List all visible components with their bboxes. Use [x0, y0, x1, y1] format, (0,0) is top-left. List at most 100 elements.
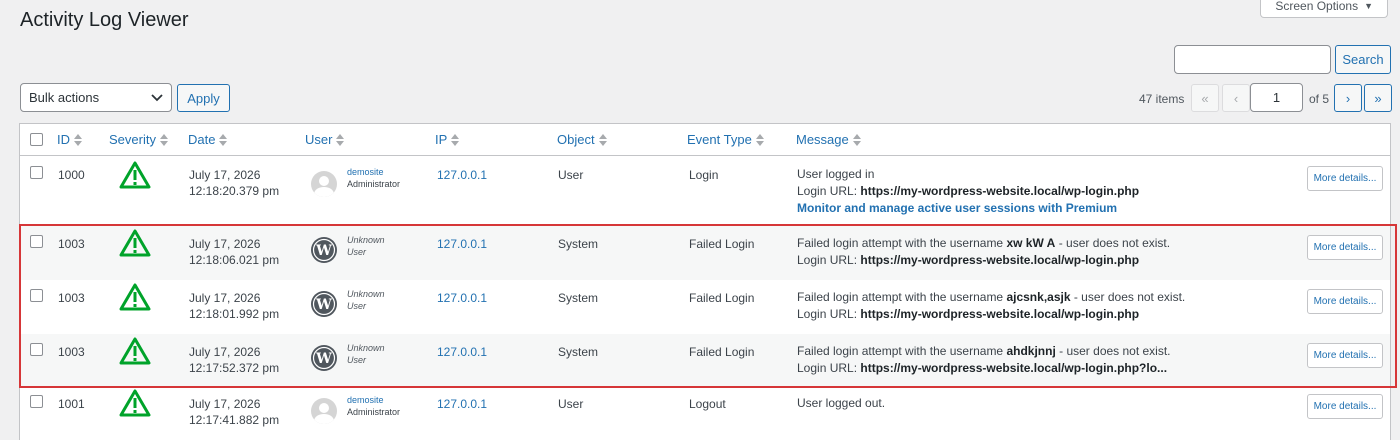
unknown-user-label: Unknown	[347, 235, 385, 245]
user-name-link[interactable]: demosite	[347, 395, 384, 405]
row-object: System	[558, 345, 599, 359]
warning-triangle-icon	[119, 283, 151, 311]
message-text: User logged in	[797, 167, 875, 181]
row-message: Failed login attempt with the username x…	[797, 235, 1297, 269]
row-event-type: Failed Login	[689, 345, 755, 359]
screen-options-button[interactable]: Screen Options ▼	[1260, 0, 1388, 18]
sort-icon	[159, 133, 168, 146]
more-details-button[interactable]: More details...	[1307, 394, 1383, 419]
row-event-type: Failed Login	[689, 237, 755, 251]
row-time: 12:18:01.992 pm	[189, 307, 280, 321]
row-checkbox[interactable]	[30, 235, 43, 248]
column-message[interactable]: Message	[796, 132, 861, 147]
next-page-button[interactable]: ›	[1334, 84, 1362, 112]
unknown-user-role: User	[347, 247, 367, 257]
wordpress-logo-icon: W	[311, 237, 337, 263]
row-date: July 17, 2026	[189, 397, 261, 411]
column-user-label: User	[305, 132, 333, 147]
table-row[interactable]: 1003 July 17, 2026 12:18:01.992 pm W Unk…	[20, 280, 1390, 334]
svg-text:W: W	[315, 297, 332, 313]
column-date-label: Date	[188, 132, 216, 147]
wordpress-logo-icon: W	[311, 291, 337, 317]
column-date[interactable]: Date	[188, 132, 228, 147]
search-input[interactable]	[1174, 45, 1331, 74]
table-row[interactable]: 1003 July 17, 2026 12:18:06.021 pm W Unk…	[20, 226, 1390, 280]
column-severity-label: Severity	[109, 132, 156, 147]
column-object[interactable]: Object	[557, 132, 607, 147]
message-username: ahdkjnnj	[1006, 344, 1056, 358]
premium-link[interactable]: Monitor and manage active user sessions …	[797, 201, 1117, 215]
unknown-user-role: User	[347, 301, 367, 311]
column-id[interactable]: ID	[57, 132, 82, 147]
column-ip[interactable]: IP	[435, 132, 460, 147]
chevron-down-icon	[151, 93, 163, 101]
more-details-button[interactable]: More details...	[1307, 166, 1383, 191]
table-row[interactable]: 1003 July 17, 2026 12:17:52.372 pm W Unk…	[20, 334, 1390, 388]
warning-triangle-icon	[119, 229, 151, 257]
sort-icon	[852, 133, 861, 146]
column-severity[interactable]: Severity	[109, 132, 168, 147]
caret-down-icon: ▼	[1364, 0, 1373, 11]
sort-icon	[598, 133, 607, 146]
prev-page-button[interactable]: ‹	[1222, 84, 1250, 112]
row-date: July 17, 2026	[189, 237, 261, 251]
message-text: Failed login attempt with the username	[797, 344, 1007, 358]
svg-text:W: W	[315, 351, 332, 367]
apply-button[interactable]: Apply	[177, 84, 230, 112]
search-button[interactable]: Search	[1335, 45, 1391, 74]
message-url: https://my-wordpress-website.local/wp-lo…	[860, 184, 1140, 198]
row-checkbox[interactable]	[30, 289, 43, 302]
row-time: 12:18:20.379 pm	[189, 184, 280, 198]
row-object: System	[558, 291, 599, 305]
more-details-button[interactable]: More details...	[1307, 289, 1383, 314]
more-details-button[interactable]: More details...	[1307, 235, 1383, 260]
user-role: Administrator	[347, 179, 401, 189]
row-checkbox[interactable]	[30, 166, 43, 179]
message-text: Failed login attempt with the username	[797, 290, 1007, 304]
bulk-actions-value: Bulk actions	[29, 90, 100, 105]
sort-icon	[74, 133, 82, 146]
default-avatar-icon	[311, 171, 337, 197]
row-message: User logged out.	[797, 395, 1297, 412]
page-title: Activity Log Viewer	[20, 9, 189, 31]
last-page-button[interactable]: »	[1364, 84, 1392, 112]
row-message: Failed login attempt with the username a…	[797, 289, 1297, 323]
row-checkbox[interactable]	[30, 343, 43, 356]
message-url-label: Login URL:	[797, 184, 861, 198]
row-ip-link[interactable]: 127.0.0.1	[437, 236, 487, 252]
row-message: User logged in Login URL: https://my-wor…	[797, 166, 1297, 217]
wordpress-logo-icon: W	[311, 345, 337, 371]
message-suffix: - user does not exist.	[1055, 236, 1171, 250]
table-header: ID Severity Date User IP Object Event Ty…	[20, 124, 1390, 156]
bulk-actions-select[interactable]: Bulk actions	[20, 83, 172, 112]
column-event-type-label: Event Type	[687, 132, 752, 147]
row-time: 12:17:52.372 pm	[189, 361, 280, 375]
row-checkbox[interactable]	[30, 395, 43, 408]
first-page-button[interactable]: «	[1191, 84, 1219, 112]
user-name-link[interactable]: demosite	[347, 167, 384, 177]
row-date: July 17, 2026	[189, 291, 261, 305]
row-ip-link[interactable]: 127.0.0.1	[437, 344, 487, 360]
row-message: Failed login attempt with the username a…	[797, 343, 1297, 377]
row-object: User	[558, 397, 584, 411]
table-row[interactable]: 1000 July 17, 2026 12:18:20.379 pm demos…	[20, 157, 1390, 225]
row-id: 1000	[58, 168, 85, 182]
sort-icon	[219, 133, 228, 146]
more-details-button[interactable]: More details...	[1307, 343, 1383, 368]
row-ip-link[interactable]: 127.0.0.1	[437, 167, 487, 183]
unknown-user-label: Unknown	[347, 289, 385, 299]
table-row[interactable]: 1001 July 17, 2026 12:17:41.882 pm demos…	[20, 388, 1390, 440]
current-page-input[interactable]: 1	[1250, 83, 1303, 112]
warning-triangle-icon	[119, 161, 151, 189]
select-all-checkbox[interactable]	[30, 133, 43, 146]
column-user[interactable]: User	[305, 132, 345, 147]
message-url-label: Login URL:	[797, 361, 861, 375]
message-url-label: Login URL:	[797, 307, 861, 321]
row-id: 1003	[58, 291, 85, 305]
row-ip-link[interactable]: 127.0.0.1	[437, 396, 487, 412]
message-url: https://my-wordpress-website.local/wp-lo…	[860, 307, 1140, 321]
row-object: User	[558, 168, 584, 182]
column-event-type[interactable]: Event Type	[687, 132, 764, 147]
row-ip-link[interactable]: 127.0.0.1	[437, 290, 487, 306]
column-id-label: ID	[57, 132, 70, 147]
